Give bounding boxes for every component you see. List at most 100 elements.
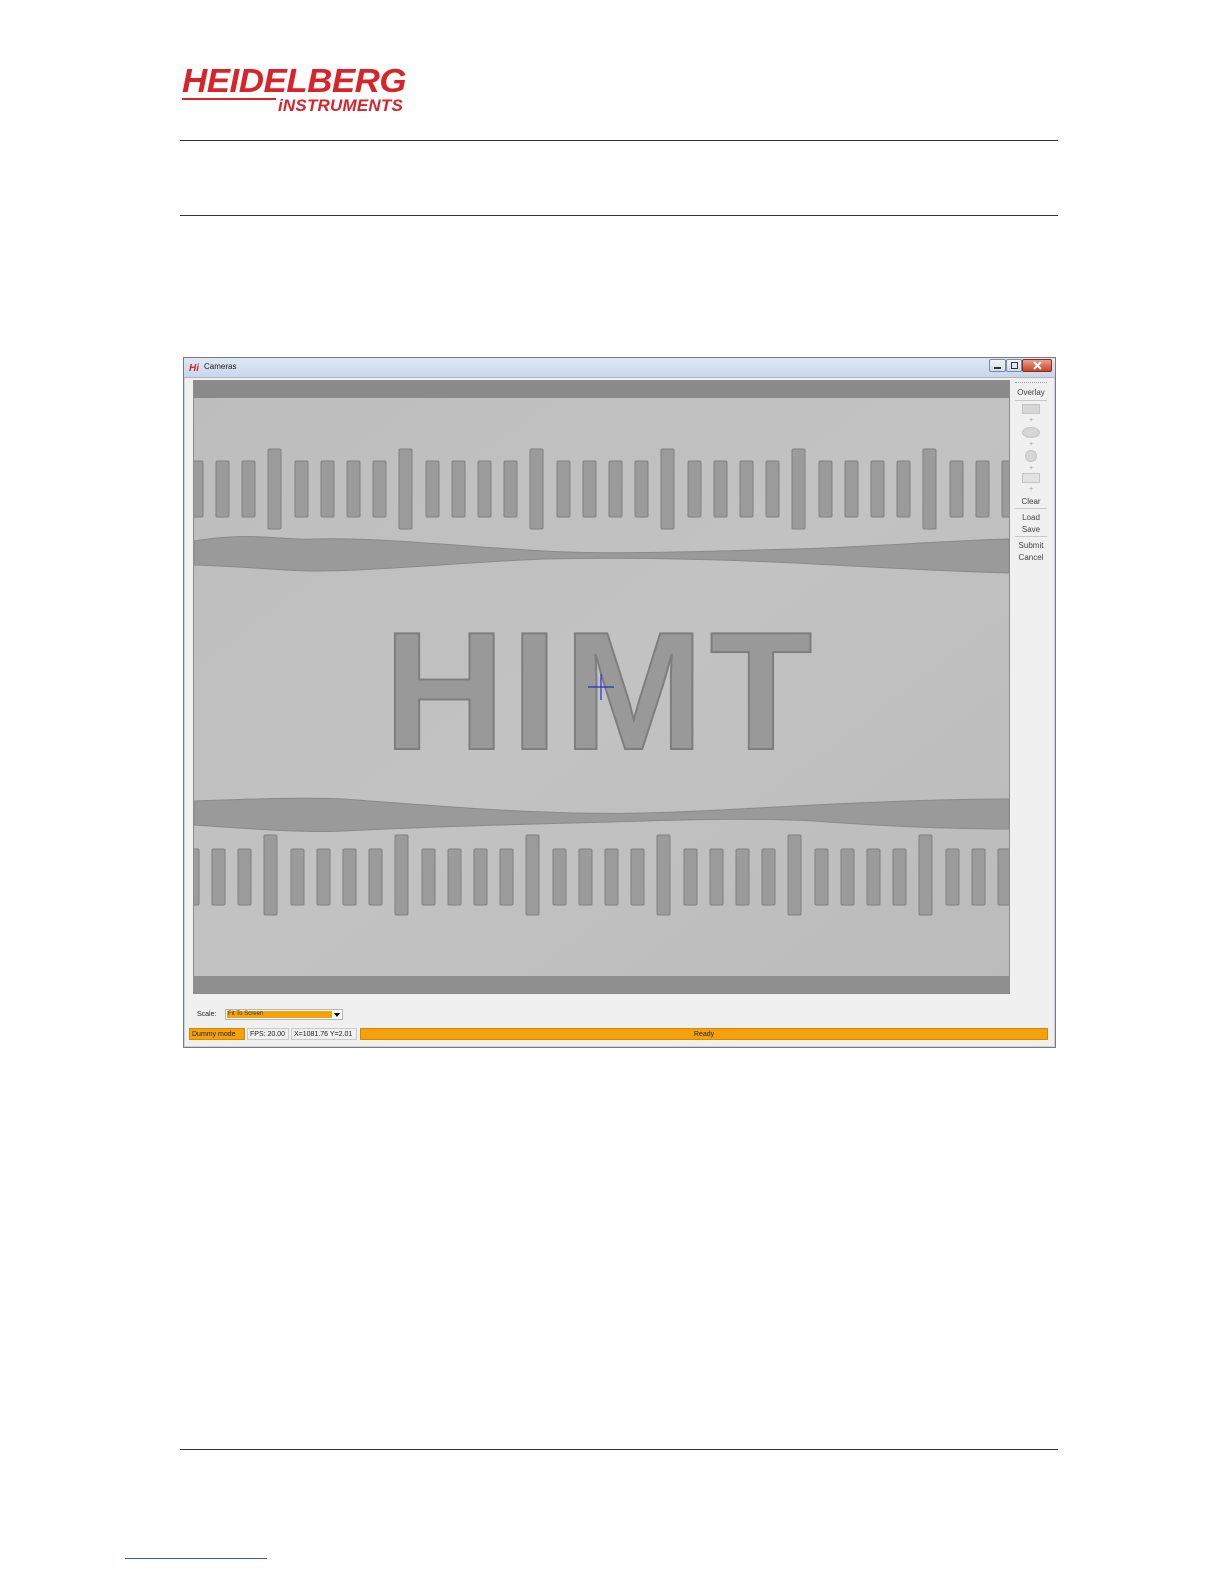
window-title: Cameras [204, 362, 237, 371]
pattern-bar [971, 848, 986, 906]
pattern-bar [634, 460, 649, 518]
pattern-bar [918, 834, 933, 916]
pattern-bar [818, 460, 833, 518]
pattern-bar [394, 834, 409, 916]
cameras-window: Hi Cameras HIMT Overlay + + + + Clear Lo… [183, 357, 1056, 1048]
cancel-button[interactable]: Cancel [1012, 553, 1050, 562]
footer-rule [180, 1449, 1058, 1450]
pattern-bar [922, 448, 937, 530]
top-edge-strip [194, 381, 1009, 398]
minimize-icon [994, 367, 1001, 369]
pattern-bar [630, 848, 645, 906]
pattern-bar [421, 848, 436, 906]
pattern-bar [499, 848, 514, 906]
add-icon: + [1028, 486, 1034, 493]
scale-dropdown[interactable]: Fit To Screen [225, 1009, 343, 1020]
pattern-bar [372, 460, 387, 518]
header-rule-top [180, 140, 1058, 141]
save-button[interactable]: Save [1012, 525, 1050, 534]
pattern-bar [267, 448, 282, 530]
add-icon: + [1028, 465, 1034, 472]
pattern-bar [320, 460, 335, 518]
pattern-bar [503, 460, 518, 518]
pattern-bar [840, 848, 855, 906]
pattern-bar [892, 848, 907, 906]
status-bar: Dummy mode FPS: 20.00 X=1081.76 Y=2.01 R… [189, 1027, 1049, 1041]
sidebar-divider [1015, 508, 1047, 509]
pattern-bar [814, 848, 829, 906]
maximize-button[interactable] [1006, 359, 1022, 372]
header-rule-bottom [180, 215, 1058, 216]
camera-viewport[interactable]: HIMT [193, 380, 1010, 994]
pattern-bar [791, 448, 806, 530]
minimize-button[interactable] [989, 359, 1006, 372]
pattern-bar [687, 460, 702, 518]
pattern-bar [683, 848, 698, 906]
sidebar-divider [1015, 536, 1047, 537]
pattern-bar [997, 848, 1009, 906]
pattern-bar [556, 460, 571, 518]
scale-label: Scale: [197, 1011, 217, 1018]
overlay-label: Overlay [1017, 388, 1045, 397]
pattern-bar [425, 460, 440, 518]
pattern-bar [945, 848, 960, 906]
pattern-bar [604, 848, 619, 906]
pattern-bar [975, 460, 990, 518]
circle-tool-icon[interactable] [1025, 450, 1037, 462]
pattern-bar [739, 460, 754, 518]
bottom-edge-strip [194, 976, 1009, 993]
overlay-sidebar: Overlay + + + + Clear Load Save Submit C… [1012, 380, 1050, 562]
chevron-down-icon[interactable] [334, 1013, 340, 1017]
heidelberg-logo: HEIDELBERG iNSTRUMENTS [182, 64, 444, 114]
pattern-bar [765, 460, 780, 518]
ellipse-tool-icon[interactable] [1022, 427, 1040, 438]
ruler-tool-icon[interactable] [1022, 473, 1040, 483]
pattern-bar [398, 448, 413, 530]
fps-readout: FPS: 20.00 [247, 1028, 289, 1040]
logo-wordmark: HEIDELBERG [182, 62, 407, 99]
pattern-bar [787, 834, 802, 916]
maximize-icon [1010, 362, 1018, 369]
pattern-bar [870, 460, 885, 518]
submit-button[interactable]: Submit [1012, 541, 1050, 550]
pattern-bar [473, 848, 488, 906]
pattern-bar [211, 848, 226, 906]
load-button[interactable]: Load [1012, 513, 1050, 522]
rectangle-tool-icon[interactable] [1022, 404, 1040, 414]
close-icon [1032, 361, 1042, 370]
title-bar[interactable]: Hi Cameras [184, 358, 1055, 378]
add-icon: + [1028, 417, 1034, 424]
pattern-bar [529, 448, 544, 530]
pattern-bar [713, 460, 728, 518]
footer-link[interactable] [125, 1558, 267, 1559]
pattern-bar [709, 848, 724, 906]
coordinate-readout: X=1081.76 Y=2.01 [291, 1028, 357, 1040]
pattern-bar [215, 460, 230, 518]
pattern-bar [896, 460, 911, 518]
camera-image[interactable]: HIMT [194, 381, 1009, 993]
scale-selected-value: Fit To Screen [227, 1011, 332, 1018]
pattern-bar [660, 448, 675, 530]
close-button[interactable] [1022, 359, 1052, 372]
pattern-bar [368, 848, 383, 906]
pattern-bar [241, 460, 256, 518]
pattern-bar [1001, 460, 1009, 518]
status-message: Ready [360, 1028, 1048, 1040]
mode-indicator: Dummy mode [189, 1028, 245, 1040]
add-icon: + [1028, 441, 1034, 448]
pattern-bar [316, 848, 331, 906]
pattern-bar [866, 848, 881, 906]
sidebar-grip [1015, 382, 1047, 383]
pattern-bar [451, 460, 466, 518]
pattern-bar [578, 848, 593, 906]
clear-button[interactable]: Clear [1012, 497, 1050, 506]
pattern-bar [194, 848, 200, 906]
pattern-bar [294, 460, 309, 518]
pattern-bar [656, 834, 671, 916]
pattern-bar [525, 834, 540, 916]
pattern-bar [290, 848, 305, 906]
pattern-bar [552, 848, 567, 906]
pattern-bar [582, 460, 597, 518]
svg-text:Hi: Hi [189, 363, 199, 373]
pattern-bar [735, 848, 750, 906]
